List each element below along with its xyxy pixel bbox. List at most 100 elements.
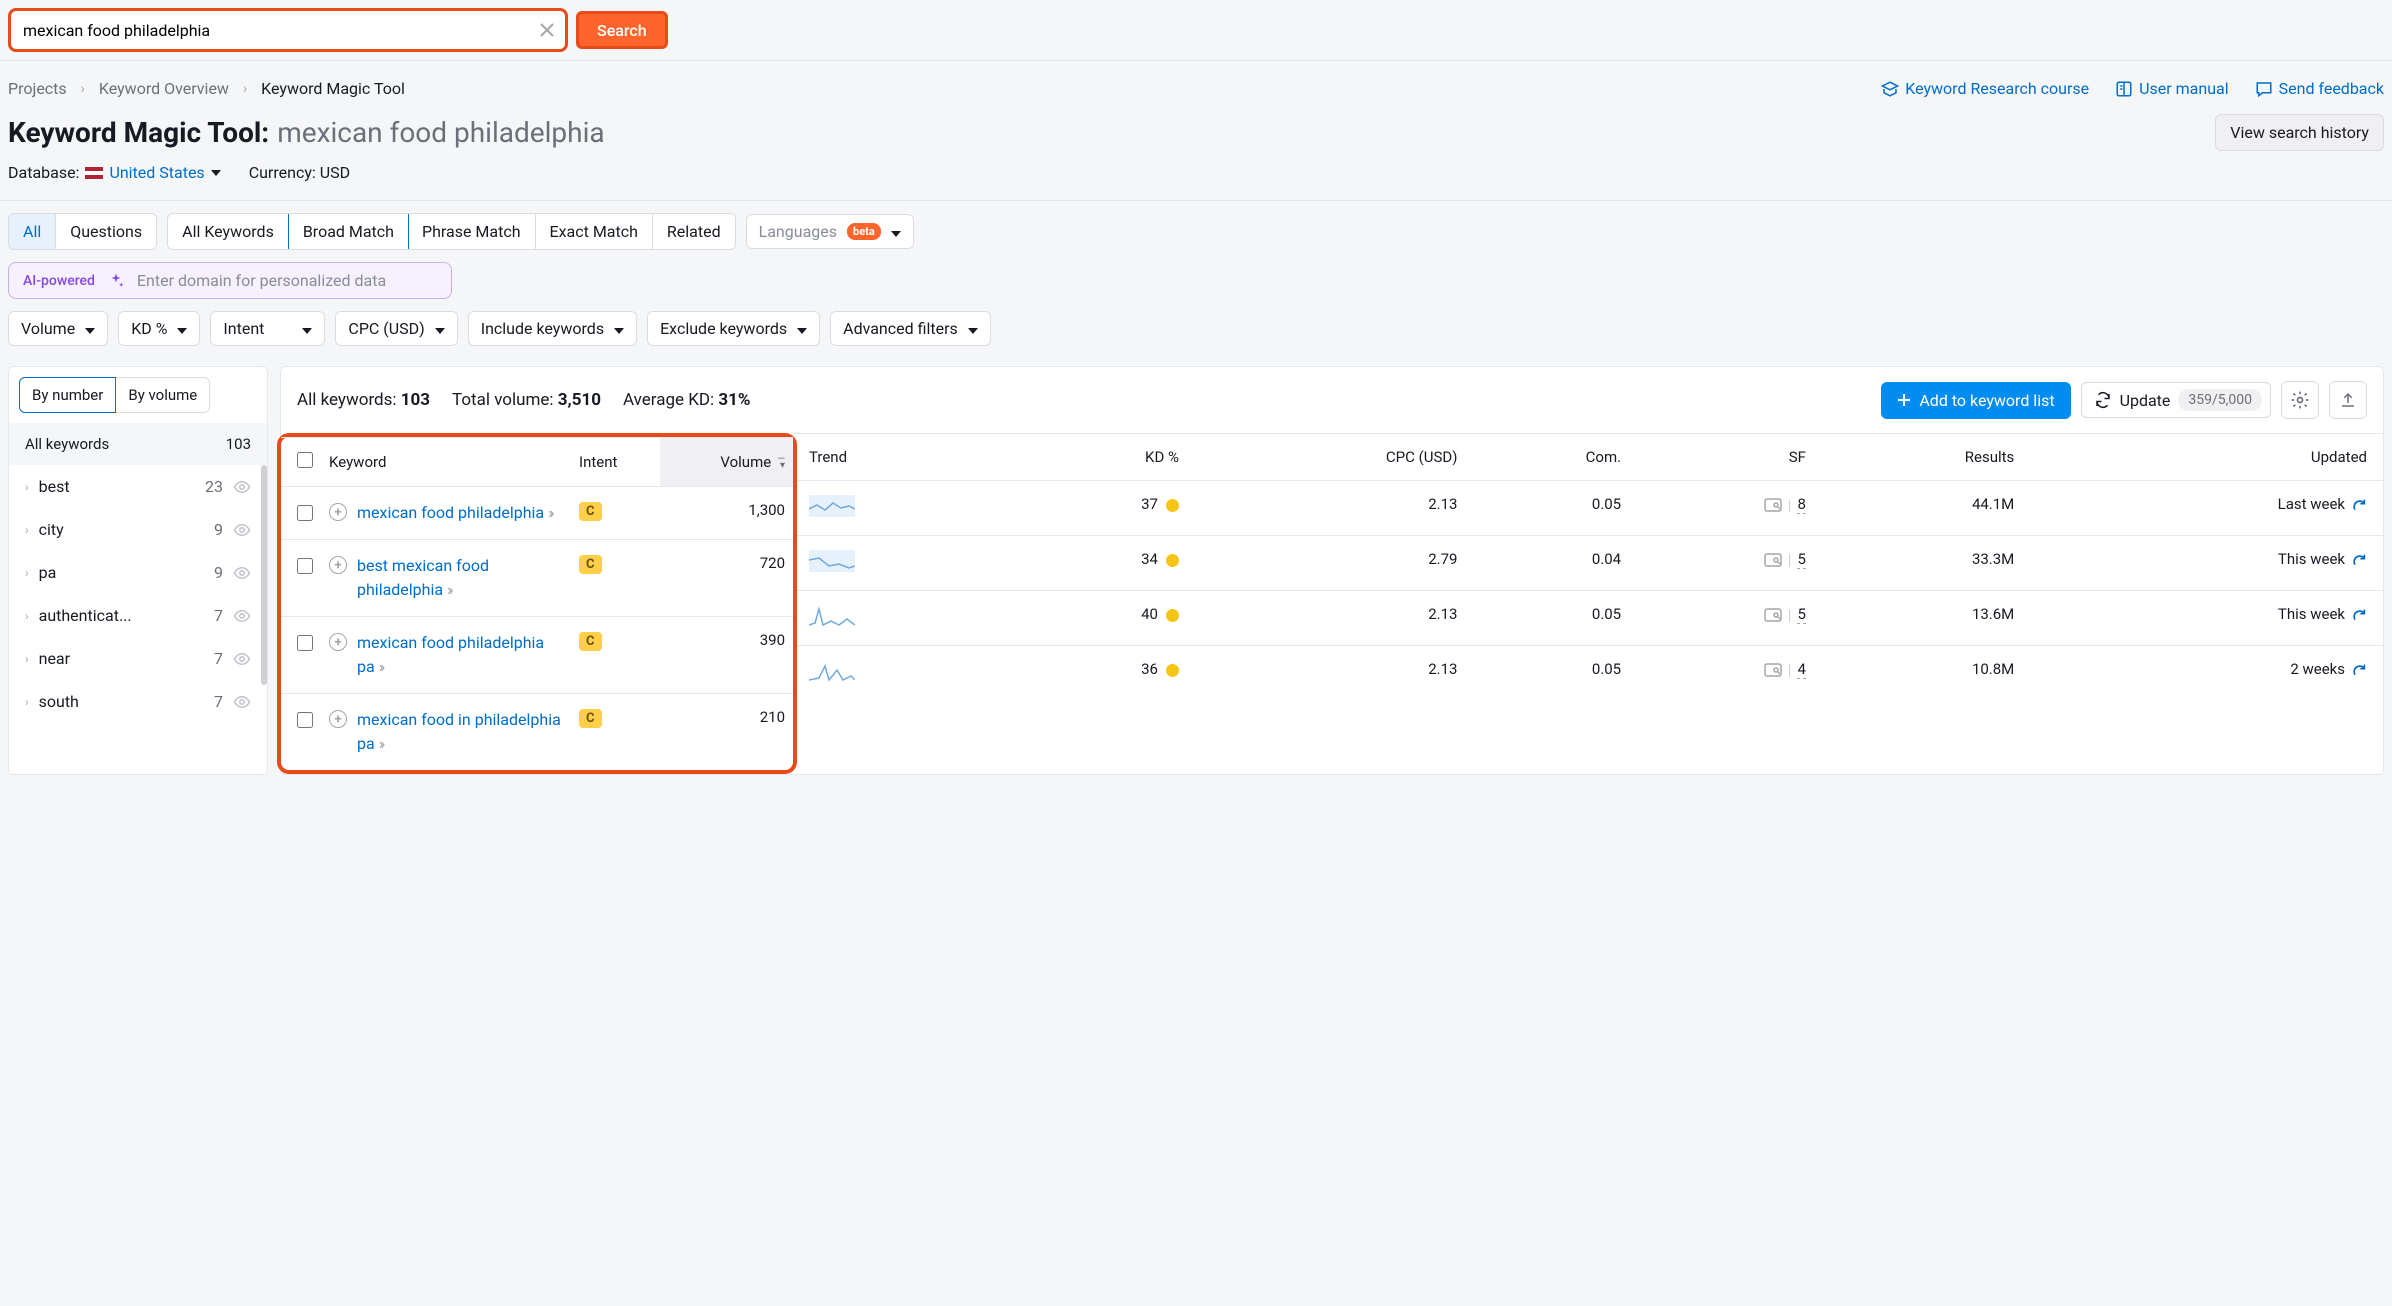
eye-icon[interactable] xyxy=(233,650,251,668)
refresh-icon[interactable] xyxy=(2351,495,2367,513)
expand-icon[interactable]: + xyxy=(329,633,347,651)
database-selector[interactable]: Database: United States xyxy=(8,163,221,182)
keyword-link[interactable]: best mexican food philadelphia ›› xyxy=(357,554,563,602)
eye-icon[interactable] xyxy=(233,478,251,496)
col-results[interactable]: Results xyxy=(1814,434,2022,481)
sidebar-item-label: pa xyxy=(39,563,204,582)
keyword-link[interactable]: mexican food philadelphia pa ›› xyxy=(357,631,563,679)
sidebar-item-count: 7 xyxy=(214,649,223,668)
sf-value: 5 xyxy=(1797,550,1805,569)
col-cpc[interactable]: CPC (USD) xyxy=(1187,434,1465,481)
col-keyword[interactable]: Keyword xyxy=(321,438,571,487)
kd-value: 34 xyxy=(1016,536,1187,591)
double-chevron-icon: ›› xyxy=(379,734,383,753)
scrollbar[interactable] xyxy=(261,465,267,685)
expand-icon[interactable]: + xyxy=(329,710,347,728)
serp-icon[interactable] xyxy=(1764,663,1782,677)
update-button[interactable]: Update 359/5,000 xyxy=(2081,382,2271,418)
row-checkbox[interactable] xyxy=(297,558,313,574)
double-chevron-icon: ›› xyxy=(379,657,383,676)
settings-button[interactable] xyxy=(2281,381,2319,419)
select-all-checkbox[interactable] xyxy=(297,452,313,468)
eye-icon[interactable] xyxy=(233,693,251,711)
tab-questions[interactable]: Questions xyxy=(56,214,156,249)
volume-filter[interactable]: Volume xyxy=(8,311,108,346)
row-checkbox[interactable] xyxy=(297,635,313,651)
tab-all[interactable]: All xyxy=(9,214,56,249)
volume-value: 720 xyxy=(660,540,793,617)
highlight-annotation: Keyword Intent Volume—▾ + mexican food p… xyxy=(277,433,797,774)
sidebar-item[interactable]: › south 7 xyxy=(9,680,267,723)
updated-value: This week xyxy=(2278,550,2345,568)
search-button[interactable]: Search xyxy=(576,11,668,49)
clear-icon[interactable] xyxy=(537,20,557,40)
sidebar-item[interactable]: › authenticat... 7 xyxy=(9,594,267,637)
sidebar-item[interactable]: › pa 9 xyxy=(9,551,267,594)
col-sf[interactable]: SF xyxy=(1629,434,1814,481)
ai-domain-input[interactable] xyxy=(137,271,437,290)
tab-broad-match[interactable]: Broad Match xyxy=(288,213,409,250)
expand-icon[interactable]: + xyxy=(329,556,347,574)
refresh-icon[interactable] xyxy=(2351,660,2367,678)
col-updated[interactable]: Updated xyxy=(2022,434,2383,481)
double-chevron-icon: ›› xyxy=(447,580,451,599)
intent-badge: C xyxy=(579,502,602,521)
chevron-down-icon xyxy=(968,319,978,338)
intent-filter[interactable]: Intent xyxy=(210,311,325,346)
languages-dropdown[interactable]: Languages beta xyxy=(746,214,914,249)
view-history-button[interactable]: View search history xyxy=(2215,114,2384,151)
updated-value: Last week xyxy=(2278,495,2345,513)
chevron-down-icon xyxy=(614,319,624,338)
advanced-filters[interactable]: Advanced filters xyxy=(830,311,991,346)
col-volume[interactable]: Volume—▾ xyxy=(660,438,793,487)
tab-exact-match[interactable]: Exact Match xyxy=(536,214,653,249)
col-com[interactable]: Com. xyxy=(1465,434,1629,481)
sidebar-item[interactable]: › near 7 xyxy=(9,637,267,680)
keyword-link[interactable]: mexican food philadelphia ›› xyxy=(357,501,552,525)
sort-by-number[interactable]: By number xyxy=(19,377,116,413)
updated-value: This week xyxy=(2278,605,2345,623)
search-input[interactable] xyxy=(11,11,565,49)
volume-value: 210 xyxy=(660,694,793,771)
exclude-keywords-filter[interactable]: Exclude keywords xyxy=(647,311,820,346)
research-course-link[interactable]: Keyword Research course xyxy=(1881,79,2089,98)
cpc-filter[interactable]: CPC (USD) xyxy=(335,311,457,346)
breadcrumb-keyword-overview[interactable]: Keyword Overview xyxy=(99,79,229,98)
sidebar-all-keywords[interactable]: All keywords 103 xyxy=(9,423,267,465)
eye-icon[interactable] xyxy=(233,521,251,539)
eye-icon[interactable] xyxy=(233,607,251,625)
sidebar-item-count: 9 xyxy=(214,563,223,582)
cpc-value: 2.13 xyxy=(1187,591,1465,646)
row-checkbox[interactable] xyxy=(297,712,313,728)
eye-icon[interactable] xyxy=(233,564,251,582)
keyword-link[interactable]: mexican food in philadelphia pa ›› xyxy=(357,708,563,756)
send-feedback-link[interactable]: Send feedback xyxy=(2255,79,2384,98)
export-button[interactable] xyxy=(2329,381,2367,419)
sort-by-volume[interactable]: By volume xyxy=(116,377,210,413)
include-keywords-filter[interactable]: Include keywords xyxy=(468,311,637,346)
chevron-right-icon: › xyxy=(243,81,247,97)
sidebar-item-label: near xyxy=(39,649,204,668)
col-kd[interactable]: KD % xyxy=(1016,434,1187,481)
sf-value: 4 xyxy=(1797,660,1805,679)
sidebar-item[interactable]: › best 23 xyxy=(9,465,267,508)
refresh-icon[interactable] xyxy=(2351,550,2367,568)
serp-icon[interactable] xyxy=(1764,553,1782,567)
add-to-keyword-list-button[interactable]: Add to keyword list xyxy=(1881,382,2070,419)
serp-icon[interactable] xyxy=(1764,608,1782,622)
tab-phrase-match[interactable]: Phrase Match xyxy=(408,214,536,249)
breadcrumb-projects[interactable]: Projects xyxy=(8,79,67,98)
row-checkbox[interactable] xyxy=(297,505,313,521)
expand-icon[interactable]: + xyxy=(329,503,347,521)
tab-all-keywords[interactable]: All Keywords xyxy=(168,214,289,249)
col-trend[interactable]: Trend xyxy=(793,434,1016,481)
tab-related[interactable]: Related xyxy=(653,214,735,249)
col-intent[interactable]: Intent xyxy=(571,438,660,487)
chevron-right-icon: › xyxy=(25,566,29,580)
user-manual-link[interactable]: User manual xyxy=(2115,79,2229,98)
serp-icon[interactable] xyxy=(1764,498,1782,512)
kd-filter[interactable]: KD % xyxy=(118,311,200,346)
kd-value: 36 xyxy=(1016,646,1187,701)
refresh-icon[interactable] xyxy=(2351,605,2367,623)
sidebar-item[interactable]: › city 9 xyxy=(9,508,267,551)
